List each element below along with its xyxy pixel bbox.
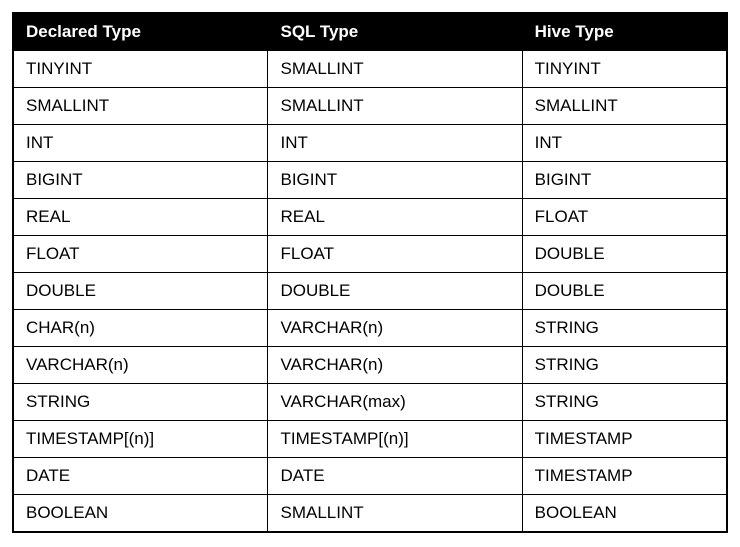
cell-hive: DOUBLE [522, 273, 727, 310]
table-row: TIMESTAMP[(n)] TIMESTAMP[(n)] TIMESTAMP [13, 421, 727, 458]
cell-declared: TIMESTAMP[(n)] [13, 421, 268, 458]
cell-declared: BOOLEAN [13, 495, 268, 533]
table-row: FLOAT FLOAT DOUBLE [13, 236, 727, 273]
cell-sql: REAL [268, 199, 522, 236]
cell-sql: VARCHAR(max) [268, 384, 522, 421]
cell-sql: SMALLINT [268, 495, 522, 533]
cell-declared: SMALLINT [13, 88, 268, 125]
table-row: BOOLEAN SMALLINT BOOLEAN [13, 495, 727, 533]
cell-hive: BIGINT [522, 162, 727, 199]
cell-hive: STRING [522, 310, 727, 347]
table-row: TINYINT SMALLINT TINYINT [13, 51, 727, 88]
table-row: DOUBLE DOUBLE DOUBLE [13, 273, 727, 310]
cell-declared: VARCHAR(n) [13, 347, 268, 384]
table-row: DATE DATE TIMESTAMP [13, 458, 727, 495]
cell-hive: BOOLEAN [522, 495, 727, 533]
cell-sql: INT [268, 125, 522, 162]
cell-sql: SMALLINT [268, 88, 522, 125]
cell-hive: FLOAT [522, 199, 727, 236]
table-row: VARCHAR(n) VARCHAR(n) STRING [13, 347, 727, 384]
cell-hive: SMALLINT [522, 88, 727, 125]
cell-sql: VARCHAR(n) [268, 347, 522, 384]
table-body: TINYINT SMALLINT TINYINT SMALLINT SMALLI… [13, 51, 727, 533]
cell-hive: INT [522, 125, 727, 162]
table-row: INT INT INT [13, 125, 727, 162]
header-declared-type: Declared Type [13, 13, 268, 51]
table-row: STRING VARCHAR(max) STRING [13, 384, 727, 421]
cell-declared: FLOAT [13, 236, 268, 273]
cell-hive: STRING [522, 384, 727, 421]
cell-hive: TINYINT [522, 51, 727, 88]
cell-declared: STRING [13, 384, 268, 421]
header-sql-type: SQL Type [268, 13, 522, 51]
cell-sql: TIMESTAMP[(n)] [268, 421, 522, 458]
cell-declared: TINYINT [13, 51, 268, 88]
cell-declared: DOUBLE [13, 273, 268, 310]
cell-declared: DATE [13, 458, 268, 495]
cell-sql: DATE [268, 458, 522, 495]
table-row: BIGINT BIGINT BIGINT [13, 162, 727, 199]
cell-hive: STRING [522, 347, 727, 384]
cell-declared: CHAR(n) [13, 310, 268, 347]
cell-hive: TIMESTAMP [522, 458, 727, 495]
cell-hive: TIMESTAMP [522, 421, 727, 458]
table-row: SMALLINT SMALLINT SMALLINT [13, 88, 727, 125]
table-row: REAL REAL FLOAT [13, 199, 727, 236]
cell-sql: DOUBLE [268, 273, 522, 310]
cell-declared: BIGINT [13, 162, 268, 199]
table-row: CHAR(n) VARCHAR(n) STRING [13, 310, 727, 347]
cell-declared: REAL [13, 199, 268, 236]
cell-sql: SMALLINT [268, 51, 522, 88]
cell-declared: INT [13, 125, 268, 162]
cell-sql: VARCHAR(n) [268, 310, 522, 347]
table-header-row: Declared Type SQL Type Hive Type [13, 13, 727, 51]
type-mapping-table: Declared Type SQL Type Hive Type TINYINT… [12, 12, 728, 533]
cell-sql: BIGINT [268, 162, 522, 199]
cell-hive: DOUBLE [522, 236, 727, 273]
header-hive-type: Hive Type [522, 13, 727, 51]
cell-sql: FLOAT [268, 236, 522, 273]
